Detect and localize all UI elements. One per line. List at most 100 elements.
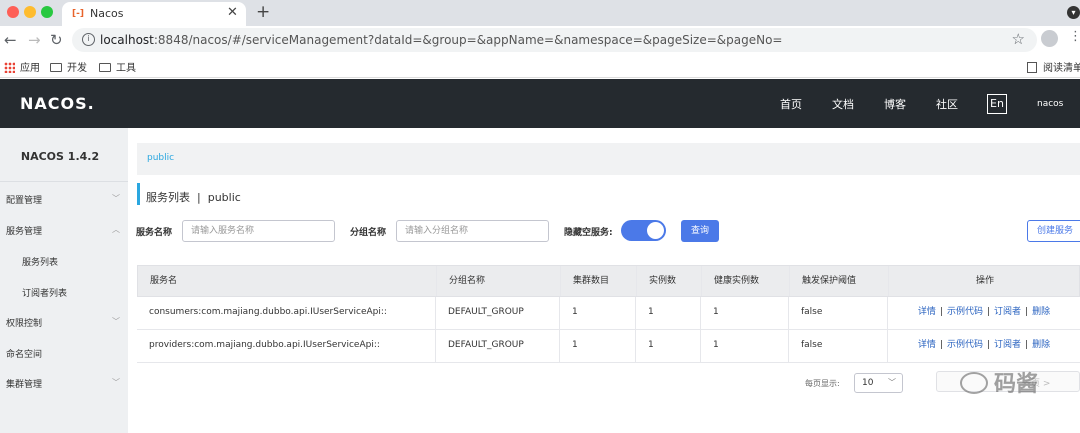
op-separator: |	[1025, 340, 1029, 350]
wechat-bubble-icon	[960, 372, 988, 394]
nav-blog-link[interactable]: 博客	[884, 96, 906, 112]
forward-arrow-icon[interactable]: →	[28, 31, 41, 49]
version-label: NACOS 1.4.2	[20, 150, 100, 163]
language-switch-button[interactable]: En	[987, 94, 1007, 114]
page-size-label: 每页显示:	[805, 379, 840, 388]
username[interactable]: nacos	[1037, 99, 1063, 109]
site-info-icon[interactable]: i	[82, 33, 95, 46]
table-row: providers:com.majiang.dubbo.api.IUserSer…	[137, 330, 1080, 363]
nacos-logo[interactable]: NACOS.	[20, 94, 95, 113]
delete-link[interactable]: 删除	[1032, 307, 1050, 317]
sample-code-link[interactable]: 示例代码	[947, 307, 983, 317]
column-header: 操作	[888, 266, 1080, 296]
sample-code-link[interactable]: 示例代码	[947, 340, 983, 350]
page-size-select[interactable]: 10 ﹀	[854, 373, 903, 393]
group-name-label: 分组名称	[350, 228, 387, 238]
reading-list[interactable]: 阅读清单	[1027, 59, 1080, 74]
tab-close-icon[interactable]: ✕	[227, 5, 238, 20]
healthy-count-cell: 1	[700, 330, 788, 362]
protect-threshold-cell: false	[788, 297, 887, 329]
detail-link[interactable]: 详情	[918, 340, 936, 350]
reload-icon[interactable]: ↻	[50, 31, 63, 49]
group-cell: DEFAULT_GROUP	[435, 330, 559, 362]
folder-icon	[99, 63, 111, 72]
chevron-down-icon: ﹀	[112, 378, 120, 387]
new-tab-icon[interactable]: +	[256, 2, 270, 22]
instance-count-cell: 1	[635, 297, 700, 329]
page-title: 服务列表 | public	[146, 191, 241, 204]
instance-count-cell: 1	[635, 330, 700, 362]
cluster-count-cell: 1	[559, 330, 635, 362]
namespace-link[interactable]: public	[147, 153, 174, 163]
toggle-knob	[647, 222, 664, 239]
sidebar-item-service[interactable]: 服务管理	[6, 224, 42, 237]
cluster-count-cell: 1	[559, 297, 635, 329]
table-header-row: 服务名 分组名称 集群数目 实例数 健康实例数 触发保护阈值 操作	[137, 265, 1080, 297]
url-field[interactable]: i localhost:8848/nacos/#/serviceManageme…	[72, 28, 1037, 52]
group-name-input[interactable]	[396, 220, 549, 242]
sidebar-item-cluster[interactable]: 集群管理	[6, 377, 42, 390]
back-arrow-icon[interactable]: ←	[4, 31, 17, 49]
protect-threshold-cell: false	[788, 330, 887, 362]
sidebar-divider	[0, 181, 128, 182]
tab-title: Nacos	[90, 7, 124, 20]
watermark: 码酱	[994, 372, 1039, 397]
operations-cell: 详情 | 示例代码 | 订阅者 | 删除	[887, 330, 1080, 362]
address-bar-row: ← → ↻ i localhost:8848/nacos/#/serviceMa…	[0, 26, 1080, 54]
service-name-cell: consumers:com.majiang.dubbo.api.IUserSer…	[149, 307, 387, 317]
table-row: consumers:com.majiang.dubbo.api.IUserSer…	[137, 297, 1080, 330]
subscribers-link[interactable]: 订阅者	[994, 340, 1021, 350]
nav-docs-link[interactable]: 文档	[832, 96, 854, 112]
chevron-down-icon: ﹀	[888, 378, 896, 387]
create-service-button[interactable]: 创建服务	[1027, 220, 1080, 242]
nacos-favicon-icon: [-]	[72, 9, 84, 19]
column-header: 服务名	[150, 276, 178, 286]
op-separator: |	[1025, 307, 1029, 317]
sidebar-item-service-list[interactable]: 服务列表	[22, 255, 58, 268]
sidebar-item-namespace[interactable]: 命名空间	[6, 347, 42, 360]
bookmark-apps[interactable]: 应用	[4, 59, 40, 74]
detail-link[interactable]: 详情	[918, 307, 936, 317]
browser-menu-dropdown-icon[interactable]: ▾	[1067, 6, 1080, 19]
chevron-up-icon: ︿	[112, 225, 120, 234]
service-name-input[interactable]	[182, 220, 335, 242]
bookmark-dev[interactable]: 开发	[50, 59, 87, 74]
app-header: NACOS. 首页 文档 博客 社区 En nacos	[0, 79, 1080, 128]
bookmark-tools[interactable]: 工具	[99, 59, 136, 74]
nav-community-link[interactable]: 社区	[936, 96, 958, 112]
sidebar-item-config[interactable]: 配置管理	[6, 193, 42, 206]
bookmark-star-icon[interactable]: ☆	[1012, 30, 1025, 48]
nav-home-link[interactable]: 首页	[780, 96, 802, 112]
hide-empty-label: 隐藏空服务:	[564, 228, 613, 238]
op-separator: |	[986, 340, 991, 350]
breadcrumb: public	[137, 143, 1080, 175]
sidebar: NACOS 1.4.2 配置管理 ﹀ 服务管理 ︿ 服务列表 订阅者列表 权限控…	[0, 128, 128, 433]
folder-icon	[50, 63, 62, 72]
browser-tab[interactable]: [-] Nacos ✕	[62, 2, 246, 26]
kebab-menu-icon[interactable]: ⋮	[1069, 29, 1080, 44]
minimize-window-icon[interactable]	[24, 6, 36, 18]
close-window-icon[interactable]	[7, 6, 19, 18]
service-name-cell: providers:com.majiang.dubbo.api.IUserSer…	[149, 340, 380, 350]
sidebar-item-auth[interactable]: 权限控制	[6, 316, 42, 329]
subscribers-link[interactable]: 订阅者	[994, 307, 1021, 317]
delete-link[interactable]: 删除	[1032, 340, 1050, 350]
column-header: 触发保护阈值	[789, 266, 888, 296]
chevron-down-icon: ﹀	[112, 194, 120, 203]
browser-tab-strip: [-] Nacos ✕ + ▾	[0, 0, 1080, 26]
hide-empty-toggle[interactable]	[621, 220, 666, 241]
service-name-label: 服务名称	[136, 228, 173, 238]
bookmarks-bar: 应用 开发 工具 阅读清单	[0, 54, 1080, 78]
op-separator: |	[939, 307, 943, 317]
maximize-window-icon[interactable]	[41, 6, 53, 18]
apps-grid-icon	[4, 62, 15, 73]
url-text: localhost:8848/nacos/#/serviceManagement…	[100, 33, 783, 47]
column-header: 实例数	[636, 266, 701, 296]
query-button[interactable]: 查询	[681, 220, 719, 242]
account-avatar-icon[interactable]	[1041, 30, 1058, 47]
reading-list-icon	[1027, 62, 1037, 73]
title-accent-bar	[137, 183, 140, 205]
operations-cell: 详情 | 示例代码 | 订阅者 | 删除	[887, 297, 1080, 329]
sidebar-item-subscribers[interactable]: 订阅者列表	[22, 286, 67, 299]
chevron-down-icon: ﹀	[112, 317, 120, 326]
